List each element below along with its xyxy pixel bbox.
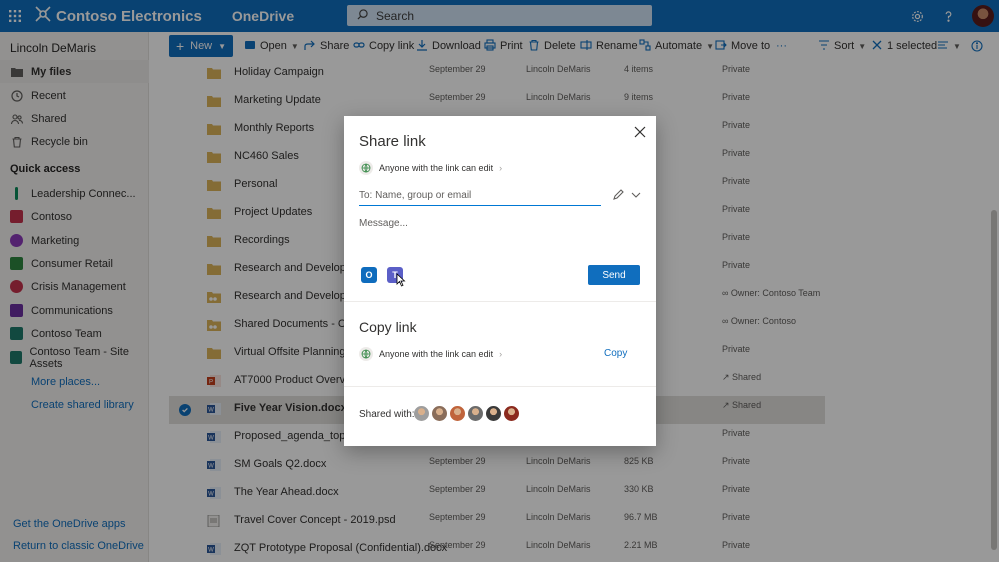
globe-icon	[359, 161, 373, 175]
permission-label: Anyone with the link can edit	[379, 163, 494, 173]
link-permission-selector[interactable]: Anyone with the link can edit ›	[359, 161, 502, 175]
send-button[interactable]: Send	[588, 265, 640, 285]
divider	[344, 301, 656, 302]
dialog-title: Share link	[359, 133, 426, 150]
share-dialog: Share link Anyone with the link can edit…	[344, 116, 656, 446]
chevron-down-icon[interactable]	[630, 189, 642, 204]
close-icon[interactable]	[634, 126, 646, 138]
globe-icon	[359, 347, 373, 361]
avatar[interactable]	[432, 406, 447, 421]
chevron-right-icon: ›	[499, 163, 503, 173]
avatar[interactable]	[468, 406, 483, 421]
recipient-input[interactable]: To: Name, group or email	[359, 187, 601, 206]
pencil-icon[interactable]	[612, 189, 624, 204]
avatar[interactable]	[450, 406, 465, 421]
message-input[interactable]: Message...	[359, 218, 408, 229]
avatar[interactable]	[486, 406, 501, 421]
avatar[interactable]	[414, 406, 429, 421]
mouse-cursor-icon	[396, 273, 406, 287]
avatar[interactable]	[504, 406, 519, 421]
divider	[344, 386, 656, 387]
copy-link-title: Copy link	[359, 319, 417, 335]
shared-with-label: Shared with:	[359, 409, 415, 420]
outlook-icon[interactable]: O	[361, 267, 377, 283]
permission-label: Anyone with the link can edit	[379, 349, 494, 359]
copy-button[interactable]: Copy	[604, 348, 627, 359]
copy-link-permission-selector[interactable]: Anyone with the link can edit ›	[359, 347, 502, 361]
chevron-right-icon: ›	[499, 349, 503, 359]
